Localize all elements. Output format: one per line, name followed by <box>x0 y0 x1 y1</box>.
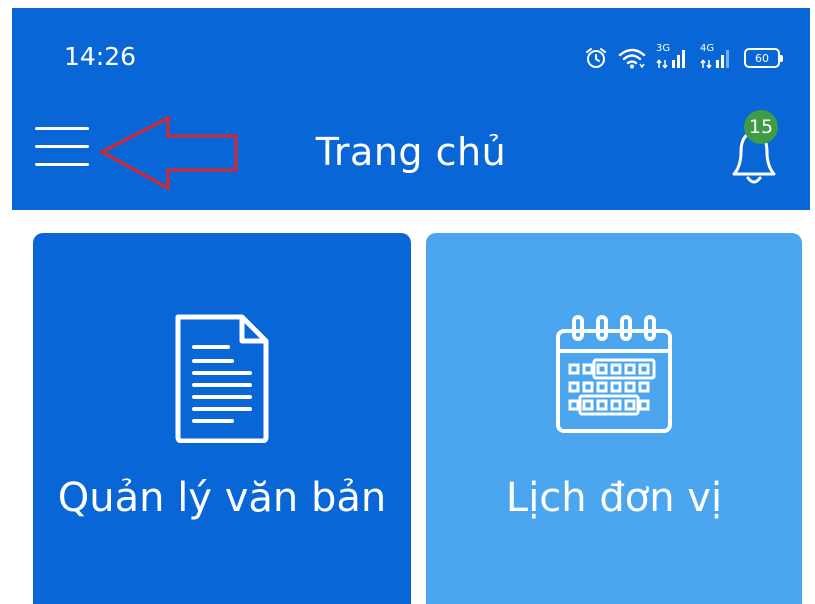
page-title: Trang chủ <box>315 130 507 174</box>
tile-unit-calendar[interactable]: Lịch đơn vị <box>426 233 802 604</box>
document-icon <box>33 313 411 443</box>
battery-level: 60 <box>755 51 769 65</box>
tile-label-document-management: Quản lý văn bản <box>57 475 387 521</box>
notification-badge: 15 <box>744 110 778 144</box>
status-icons: 3G 4G 60 <box>584 43 783 72</box>
app-bar: 14:26 3G 4G 60 Trang chủ <box>12 8 810 210</box>
network-label-3g: 3G <box>656 43 671 54</box>
signal-4g-icon: 4G <box>700 43 734 70</box>
wifi-icon <box>618 46 646 70</box>
tile-label-unit-calendar: Lịch đơn vị <box>505 475 723 521</box>
status-time: 14:26 <box>64 42 137 71</box>
calendar-icon <box>426 313 802 437</box>
alarm-icon <box>584 46 608 70</box>
tile-document-management[interactable]: Quản lý văn bản <box>33 233 411 604</box>
battery-icon: 60 <box>744 48 783 68</box>
network-label-4g: 4G <box>700 43 715 54</box>
signal-3g-icon: 3G <box>656 43 690 70</box>
